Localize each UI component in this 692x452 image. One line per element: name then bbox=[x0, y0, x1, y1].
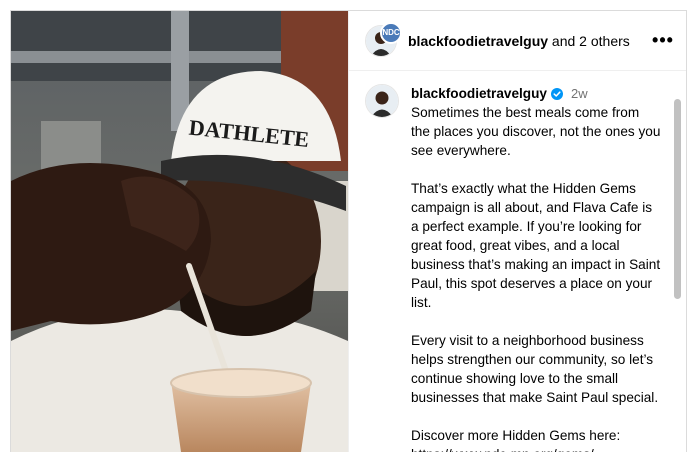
header-username[interactable]: blackfoodietravelguy bbox=[408, 33, 548, 49]
caption-heading: blackfoodietravelguy 2w bbox=[411, 84, 661, 103]
post-time[interactable]: 2w bbox=[571, 84, 588, 103]
caption-avatar[interactable] bbox=[365, 84, 399, 118]
caption-area: blackfoodietravelguy 2w Sometimes the be… bbox=[349, 72, 686, 452]
caption-paragraph-2: That’s exactly what the Hidden Gems camp… bbox=[411, 181, 664, 310]
photo-illustration: DATHLETE bbox=[11, 11, 348, 452]
caption-avatar-image bbox=[366, 85, 398, 117]
header-avatars[interactable]: NDC bbox=[365, 21, 402, 57]
header-text: blackfoodietravelguy and 2 others bbox=[408, 33, 651, 49]
scrollbar-thumb[interactable] bbox=[674, 99, 681, 299]
verified-badge-icon bbox=[550, 87, 563, 100]
caption-text: blackfoodietravelguy 2w Sometimes the be… bbox=[411, 84, 661, 452]
details-panel: NDC blackfoodietravelguy and 2 others ••… bbox=[348, 11, 686, 452]
post-header: NDC blackfoodietravelguy and 2 others ••… bbox=[349, 11, 686, 71]
more-options-icon[interactable]: ••• bbox=[651, 30, 675, 51]
header-others[interactable]: and 2 others bbox=[548, 33, 630, 49]
caption-paragraph-3: Every visit to a neighborhood business h… bbox=[411, 333, 659, 405]
collab-badge: NDC bbox=[380, 21, 402, 44]
caption-username[interactable]: blackfoodietravelguy bbox=[411, 84, 547, 103]
caption-paragraph-1: Sometimes the best meals come from the p… bbox=[411, 105, 665, 158]
post-modal: DATHLETE NDC blackfoodietravelguy and 2 … bbox=[10, 10, 687, 452]
post-photo[interactable]: DATHLETE bbox=[11, 11, 348, 452]
caption-paragraph-4[interactable]: Discover more Hidden Gems here: https://… bbox=[411, 426, 661, 452]
caption-row: blackfoodietravelguy 2w Sometimes the be… bbox=[365, 84, 669, 452]
